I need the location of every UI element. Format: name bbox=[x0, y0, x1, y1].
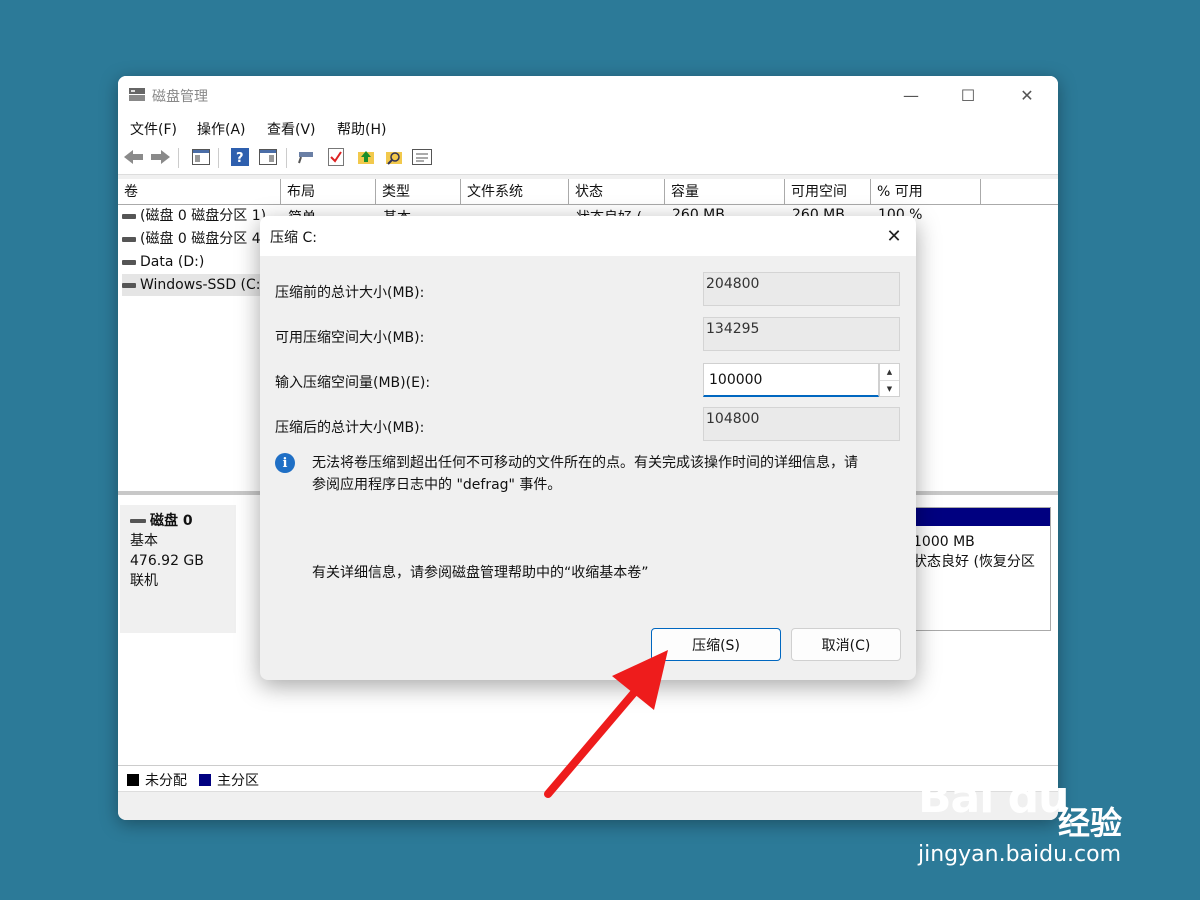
column-header-empty bbox=[981, 179, 1058, 205]
volume-icon bbox=[122, 259, 136, 265]
disk-name: 磁盘 0 bbox=[150, 513, 193, 529]
volume-name: (磁盘 0 磁盘分区 4) bbox=[140, 231, 267, 247]
partition-status: 状态良好 (恢复分区 bbox=[913, 554, 1035, 570]
toolbar: ? bbox=[118, 142, 1058, 175]
shrink-amount-stepper: ▲ ▼ bbox=[879, 363, 900, 397]
menu-help[interactable]: 帮助(H) bbox=[337, 119, 386, 139]
table-row[interactable]: (磁盘 0 磁盘分区 4) bbox=[122, 228, 266, 250]
info-icon: i bbox=[275, 453, 295, 473]
partition-size: 1000 MB bbox=[913, 534, 975, 550]
available-field: 134295 bbox=[703, 317, 900, 351]
dialog-title: 压缩 C: bbox=[270, 230, 317, 246]
total-after-label: 压缩后的总计大小(MB): bbox=[275, 420, 425, 436]
total-before-field: 204800 bbox=[703, 272, 900, 306]
column-header-free-space[interactable]: 可用空间 bbox=[785, 179, 871, 205]
menu-file[interactable]: 文件(F) bbox=[130, 119, 177, 139]
column-header-percent-free[interactable]: % 可用 bbox=[871, 179, 981, 205]
dialog-title-bar: 压缩 C: ✕ bbox=[260, 216, 916, 256]
primary-partition-bar bbox=[909, 508, 1050, 526]
volume-icon bbox=[122, 282, 136, 288]
shrink-amount-input[interactable] bbox=[703, 363, 879, 397]
column-header-status[interactable]: 状态 bbox=[569, 179, 665, 205]
table-row[interactable]: (磁盘 0 磁盘分区 1) bbox=[122, 205, 266, 227]
column-header-volume[interactable]: 卷 bbox=[118, 179, 281, 205]
volume-name: Windows-SSD (C:) bbox=[140, 277, 266, 293]
forward-icon[interactable] bbox=[150, 147, 170, 167]
window-title: 磁盘管理 bbox=[152, 89, 208, 105]
baidu-watermark: Bai du 经验 jingyan.baidu.com bbox=[918, 768, 1158, 878]
table-row-selected[interactable]: Windows-SSD (C:) bbox=[122, 274, 272, 296]
volume-name: (磁盘 0 磁盘分区 1) bbox=[140, 208, 267, 224]
action-pane-icon[interactable] bbox=[258, 147, 278, 167]
properties-icon[interactable] bbox=[412, 147, 432, 167]
menu-action[interactable]: 操作(A) bbox=[197, 119, 246, 139]
info-line-1: 无法将卷压缩到超出任何不可移动的文件所在的点。有关完成该操作时间的详细信息，请 bbox=[312, 455, 858, 471]
red-arrow-annotation bbox=[544, 650, 668, 798]
up-folder-icon[interactable] bbox=[356, 147, 376, 167]
column-header-filesystem[interactable]: 文件系统 bbox=[461, 179, 569, 205]
title-bar: 磁盘管理 — ☐ ✕ bbox=[118, 76, 1058, 114]
svg-text:?: ? bbox=[236, 151, 244, 166]
disk-state: 联机 bbox=[130, 573, 158, 589]
maximize-button[interactable]: ☐ bbox=[945, 82, 991, 108]
help-text: 有关详细信息，请参阅磁盘管理帮助中的“收缩基本卷” bbox=[312, 565, 649, 581]
minimize-button[interactable]: — bbox=[888, 82, 934, 108]
recovery-partition[interactable]: 1000 MB 状态良好 (恢复分区 bbox=[908, 507, 1051, 631]
primary-swatch bbox=[199, 774, 211, 786]
legend-primary: 主分区 bbox=[217, 773, 259, 789]
table-row[interactable]: Data (D:) bbox=[122, 251, 204, 273]
volume-name: Data (D:) bbox=[140, 254, 205, 270]
search-icon[interactable] bbox=[384, 147, 404, 167]
connect-icon[interactable] bbox=[297, 147, 317, 167]
spin-down-icon[interactable]: ▼ bbox=[880, 381, 899, 397]
legend-unallocated: 未分配 bbox=[145, 773, 187, 789]
total-before-label: 压缩前的总计大小(MB): bbox=[275, 285, 425, 301]
disk-type: 基本 bbox=[130, 533, 158, 549]
dialog-close-button[interactable]: ✕ bbox=[880, 224, 908, 248]
column-header-type[interactable]: 类型 bbox=[376, 179, 461, 205]
disk-icon bbox=[130, 519, 146, 523]
unallocated-swatch bbox=[127, 774, 139, 786]
total-after-field: 104800 bbox=[703, 407, 900, 441]
help-icon[interactable]: ? bbox=[230, 147, 250, 167]
volume-icon bbox=[122, 213, 136, 219]
info-message: 无法将卷压缩到超出任何不可移动的文件所在的点。有关完成该操作时间的详细信息，请 … bbox=[312, 452, 912, 496]
menu-bar: 文件(F) 操作(A) 查看(V) 帮助(H) bbox=[118, 114, 1058, 142]
disk-size: 476.92 GB bbox=[130, 553, 204, 569]
available-label: 可用压缩空间大小(MB): bbox=[275, 330, 425, 346]
watermark-cn: 经验 bbox=[1058, 804, 1123, 842]
info-line-2: 参阅应用程序日志中的 "defrag" 事件。 bbox=[312, 477, 562, 493]
cancel-button[interactable]: 取消(C) bbox=[791, 628, 901, 661]
check-icon[interactable] bbox=[326, 147, 346, 167]
watermark-brand: Bai du bbox=[918, 772, 1069, 823]
disk-management-icon bbox=[128, 86, 146, 102]
shrink-amount-label: 输入压缩空间量(MB)(E): bbox=[275, 375, 431, 391]
console-tree-icon[interactable] bbox=[191, 147, 211, 167]
column-header-layout[interactable]: 布局 bbox=[281, 179, 376, 205]
volume-icon bbox=[122, 236, 136, 242]
close-button[interactable]: ✕ bbox=[1004, 82, 1050, 108]
back-icon[interactable] bbox=[124, 147, 144, 167]
watermark-url: jingyan.baidu.com bbox=[918, 842, 1122, 867]
column-header-capacity[interactable]: 容量 bbox=[665, 179, 785, 205]
menu-view[interactable]: 查看(V) bbox=[267, 119, 316, 139]
spin-up-icon[interactable]: ▲ bbox=[880, 364, 899, 381]
shrink-dialog: 压缩 C: ✕ 压缩前的总计大小(MB): 204800 可用压缩空间大小(MB… bbox=[260, 216, 916, 680]
disk-info[interactable]: 磁盘 0 基本 476.92 GB 联机 bbox=[120, 505, 236, 633]
